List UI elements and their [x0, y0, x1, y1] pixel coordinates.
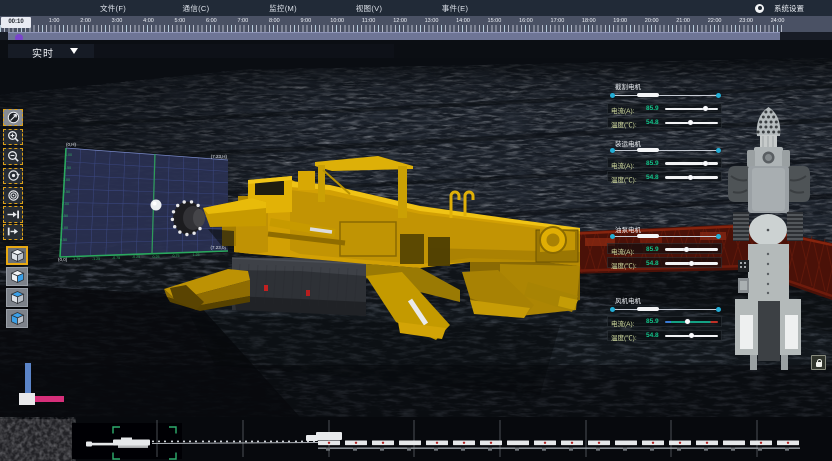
svg-text:3.50: 3.50 [64, 166, 71, 170]
svg-text:3.00: 3.00 [63, 178, 70, 182]
svg-text:4.00: 4.00 [65, 153, 72, 157]
svg-text:(7.23,H): (7.23,H) [211, 154, 228, 159]
svg-text:(0,0): (0,0) [58, 257, 68, 262]
svg-text:-0.25: -0.25 [132, 255, 140, 259]
svg-text:2.00: 2.00 [62, 202, 69, 206]
svg-text:0.75: 0.75 [173, 254, 180, 258]
svg-text:0.50: 0.50 [60, 238, 67, 242]
svg-text:-1.25: -1.25 [92, 257, 100, 261]
svg-text:1.25: 1.25 [193, 253, 200, 257]
svg-text:0.25: 0.25 [153, 255, 160, 259]
svg-text:-1.75: -1.75 [72, 257, 80, 261]
svg-text:-0.75: -0.75 [112, 256, 120, 260]
svg-text:1.00: 1.00 [61, 226, 68, 230]
svg-text:(0,H): (0,H) [66, 142, 77, 147]
svg-text:1.50: 1.50 [61, 214, 68, 218]
svg-text:2.50: 2.50 [63, 190, 70, 194]
